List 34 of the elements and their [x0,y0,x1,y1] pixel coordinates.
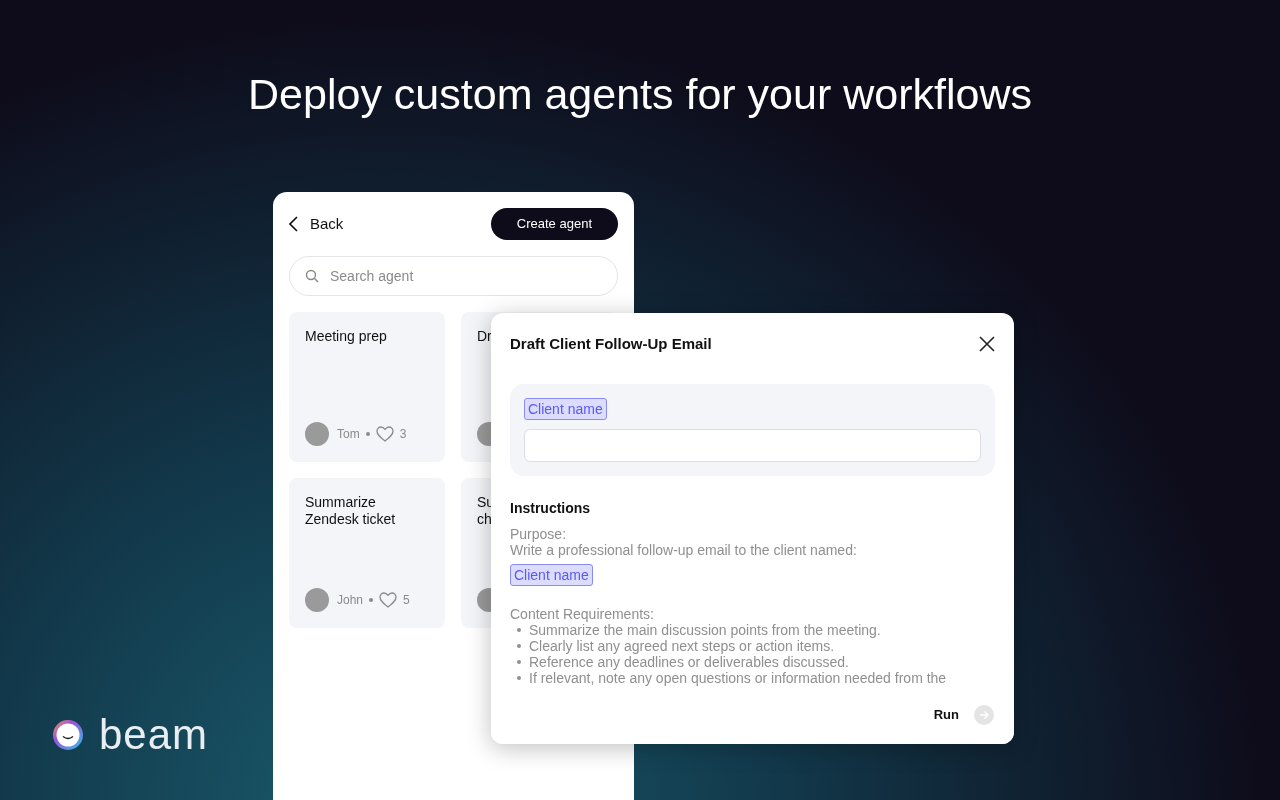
requirement-text: Clearly list any agreed next steps or action items. [529,637,835,654]
avatar [305,588,329,612]
avatar [305,422,329,446]
agent-title: Meeting prep [305,328,387,345]
agent-title: Summarize Zendesk ticket [305,494,397,528]
author-name: Tom [337,426,360,443]
agent-card[interactable]: Summarize Zendesk ticket John 5 [289,478,445,628]
heart-icon[interactable] [375,426,394,442]
author-name: John [337,592,364,609]
purpose-label: Purpose: [510,525,568,542]
requirement-text: Reference any deadlines or deliverables discussed. [529,653,849,670]
client-name-input[interactable] [524,428,981,462]
agent-title: Dr [477,328,492,345]
search-field[interactable]: Search agent [289,256,618,296]
back-button[interactable]: Back [289,212,344,236]
like-count: 3 [399,426,407,443]
dialog-title: Draft Client Follow-Up Email [510,334,712,354]
headline: Deploy custom agents for your workflows [247,69,1033,120]
logo-text: beam [99,714,209,756]
instructions-heading: Instructions [510,499,592,516]
heart-icon[interactable] [379,592,398,608]
chevron-left-icon [289,216,298,232]
create-agent-button[interactable]: Create agent [490,208,618,240]
run-button[interactable]: Run [933,705,959,725]
like-count: 5 [403,592,410,609]
requirement-text: If relevant, note any open questions or information needed from the [529,669,947,686]
requirement-text: Summarize the main discussion points from the meeting. [529,621,881,638]
purpose-text: Write a professional follow-up email to the client named: [510,541,858,558]
variable-tag: Client name [524,397,607,420]
logo-icon [52,719,84,751]
variable-tag: Client name [510,563,593,586]
requirements-label: Content Requirements: [510,605,655,622]
close-button[interactable] [979,336,995,353]
agent-card[interactable]: Meeting prep Tom 3 [289,312,445,462]
